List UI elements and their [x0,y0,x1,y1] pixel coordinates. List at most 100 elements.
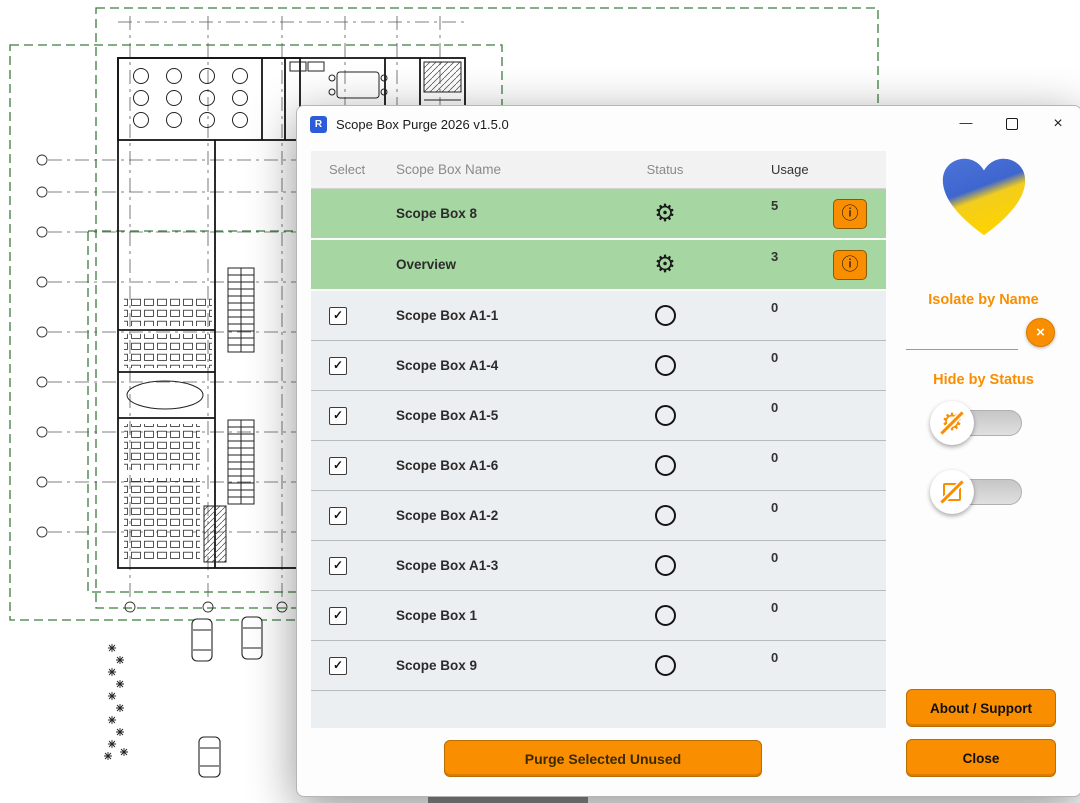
scope-box-name: Scope Box A1-3 [396,558,499,573]
row-checkbox[interactable]: ✓ [329,656,347,675]
check-icon: ✓ [332,608,344,622]
scope-box-purge-window: R Scope Box Purge 2026 v1.5.0 — × Select… [296,105,1080,797]
table-row[interactable]: ✓ Scope Box 9 0 [311,641,886,691]
row-checkbox[interactable]: ✓ [329,506,347,525]
minimize-icon: — [959,114,973,130]
status-cell: ⚙ [617,240,713,289]
check-icon: ✓ [332,408,344,422]
header-info [833,151,886,188]
window-controls: — × [943,106,1080,142]
sidebar: Isolate by Name × Hide by Status ⚙ About… [886,142,1080,796]
window-title: Scope Box Purge 2026 v1.5.0 [336,116,509,132]
table-row[interactable]: ✓ Scope Box A1-5 0 [311,391,886,441]
table-row[interactable]: ✓ Scope Box A1-1 0 [311,291,886,341]
unused-status-icon [654,355,676,376]
close-window-button[interactable]: × [1035,106,1080,142]
row-checkbox[interactable]: ✓ [329,606,347,625]
select-cell [311,189,377,238]
unused-status-icon [654,455,676,476]
check-icon: ✓ [332,308,344,322]
check-icon: ✓ [332,658,344,672]
row-checkbox[interactable]: ✓ [329,456,347,475]
scope-box-name: Scope Box 8 [396,206,478,221]
select-cell [311,240,377,289]
gear-status-icon: ⚙ [654,199,676,227]
ukraine-heart-icon [932,149,1036,247]
check-icon: ✓ [332,458,344,472]
check-icon: ✓ [332,508,344,522]
hide-by-status-label: Hide by Status [933,372,1034,388]
row-checkbox[interactable]: ✓ [329,356,347,375]
usage-count: 0 [771,550,779,565]
info-button[interactable]: ⓘ [833,249,867,280]
row-checkbox[interactable]: ✓ [329,406,347,425]
table-row[interactable]: ✓ Scope Box A1-2 0 [311,491,886,541]
scope-box-name: Overview [396,257,457,272]
usage-count: 0 [771,600,779,615]
isolate-name-input[interactable] [906,325,1018,350]
info-cell [833,591,886,640]
unused-status-icon [654,405,676,426]
status-cell [617,341,713,390]
status-cell [617,641,713,690]
info-cell [833,491,886,540]
usage-count: 0 [771,400,779,415]
scope-box-table: Select Scope Box Name Status Usage Scope… [311,151,886,728]
status-cell [617,391,713,440]
scope-box-name: Scope Box A1-1 [396,308,499,323]
table-row[interactable]: ✓ Scope Box A1-4 0 [311,341,886,391]
info-cell [833,441,886,490]
status-cell: ⚙ [617,189,713,238]
toggle-knob: ⚙ [930,401,974,445]
select-cell: ✓ [311,541,377,590]
row-checkbox[interactable]: ✓ [329,556,347,575]
row-checkbox[interactable]: ✓ [329,306,347,325]
header-name: Scope Box Name [396,162,502,177]
hide-used-toggle[interactable]: ⚙ [930,401,1022,445]
header-usage: Usage [771,162,809,177]
table-header: Select Scope Box Name Status Usage [311,151,886,189]
scope-box-name: Scope Box A1-6 [396,458,499,473]
clear-icon: × [1036,324,1045,341]
scope-box-name: Scope Box A1-2 [396,508,499,523]
about-support-button[interactable]: About / Support [906,689,1056,727]
info-icon: ⓘ [841,255,859,274]
header-status: Status [646,162,684,177]
unused-status-icon [654,605,676,626]
purge-selected-button[interactable]: Purge Selected Unused [444,740,762,777]
table-row[interactable]: ✓ Scope Box A1-3 0 [311,541,886,591]
select-cell: ✓ [311,341,377,390]
table-row[interactable]: Scope Box 8 ⚙ 5 ⓘ [311,189,886,240]
info-cell [833,341,886,390]
table-row[interactable]: ✓ Scope Box A1-6 0 [311,441,886,491]
maximize-button[interactable] [989,106,1035,142]
minimize-button[interactable]: — [943,106,989,142]
info-icon: ⓘ [841,204,859,223]
select-cell: ✓ [311,491,377,540]
table-row[interactable]: Overview ⚙ 3 ⓘ [311,240,886,291]
clear-input-button[interactable]: × [1026,318,1055,347]
close-dialog-button[interactable]: Close [906,739,1056,777]
titlebar: R Scope Box Purge 2026 v1.5.0 — × [297,106,1080,142]
status-cell [617,491,713,540]
status-cell [617,441,713,490]
info-cell [833,541,886,590]
select-cell: ✓ [311,641,377,690]
table-row[interactable]: ✓ Scope Box 1 0 [311,591,886,641]
check-icon: ✓ [332,558,344,572]
scope-box-name: Scope Box 1 [396,608,478,623]
usage-count: 0 [771,450,779,465]
select-cell: ✓ [311,441,377,490]
unused-status-icon [654,305,676,326]
scope-box-name: Scope Box 9 [396,658,478,673]
status-cell [617,591,713,640]
status-cell [617,291,713,340]
scope-box-name: Scope Box A1-4 [396,358,499,373]
hide-unused-toggle[interactable] [930,470,1022,514]
info-button[interactable]: ⓘ [833,198,867,229]
info-cell [833,391,886,440]
usage-count: 3 [771,249,779,264]
usage-count: 5 [771,198,779,213]
isolate-by-name-label: Isolate by Name [928,292,1039,308]
scope-box-name: Scope Box A1-5 [396,408,499,423]
